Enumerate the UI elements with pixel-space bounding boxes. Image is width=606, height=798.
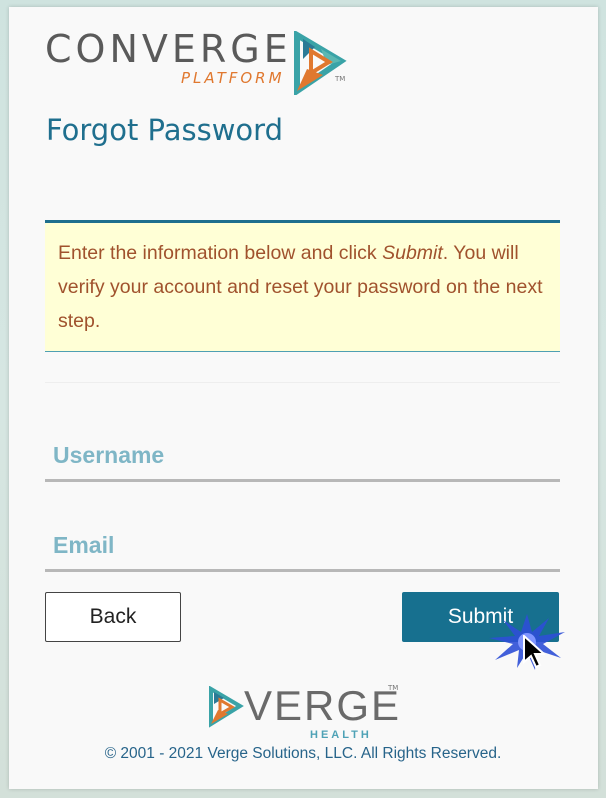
logo-trademark: TM [335,75,346,83]
email-input[interactable] [45,528,560,569]
username-input[interactable] [45,438,560,479]
logo-wordmark: CONVERGE [45,27,292,71]
verge-wordmark: VERGE [244,682,402,729]
verge-trademark: TM [388,684,399,692]
email-field[interactable]: Email [45,528,560,572]
logo-subtitle: PLATFORM [181,69,285,87]
info-message: Enter the information below and click Su… [45,220,560,352]
verge-health-subtitle: HEALTH [310,729,372,741]
verge-triangle-icon [209,686,244,728]
page-title: Forgot Password [46,113,283,147]
back-button[interactable]: Back [45,592,181,642]
section-divider [45,382,560,383]
mouse-cursor-icon [523,635,545,669]
copyright-text: © 2001 - 2021 Verge Solutions, LLC. All … [104,745,502,762]
converge-triangle-icon [294,31,347,95]
info-text-before: Enter the information below and click [58,242,383,264]
converge-platform-logo: CONVERGE PLATFORM TM [45,29,365,101]
username-field[interactable]: Username [45,438,560,482]
verge-health-logo: VERGE HEALTH TM [208,682,408,742]
forgot-password-card: CONVERGE PLATFORM TM Forgot Password Ent… [9,7,598,789]
info-text-emphasis: Submit [382,242,443,264]
